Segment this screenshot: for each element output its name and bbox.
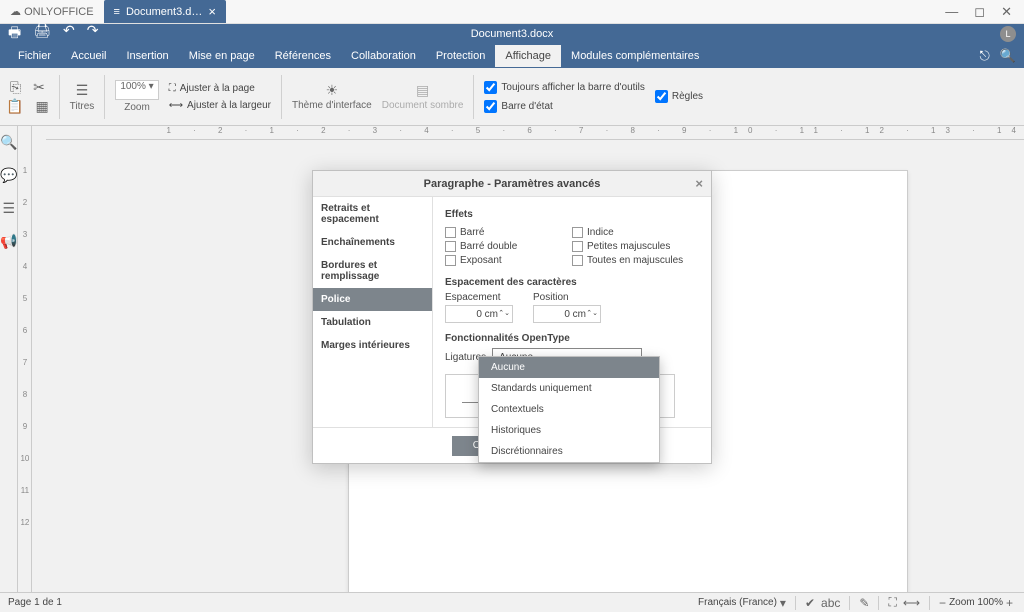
tab-label: Document3.d… [126, 6, 202, 18]
dropdown-item-historical[interactable]: Historiques [479, 420, 659, 441]
fit-page-button[interactable]: ⛶Ajuster à la page [169, 83, 271, 94]
check-small-caps[interactable]: Petites majuscules [572, 241, 699, 252]
nav-borders[interactable]: Bordures et remplissage [313, 254, 432, 288]
doc-title: Document3.docx [471, 28, 554, 40]
check-double-strike[interactable]: Barré double [445, 241, 572, 252]
minimize-icon[interactable]: — [945, 4, 958, 20]
document-tab[interactable]: ≡ Document3.d… × [104, 0, 226, 23]
menu-bar: Fichier Accueil Insertion Mise en page R… [0, 44, 1024, 68]
dropdown-item-contextual[interactable]: Contextuels [479, 399, 659, 420]
spacing-input[interactable]: 0 cm [445, 305, 513, 323]
dropdown-item-standard[interactable]: Standards uniquement [479, 378, 659, 399]
lang-status[interactable]: Français (France) [698, 597, 777, 608]
undo-icon[interactable]: ↶ [63, 22, 75, 46]
menu-collaboration[interactable]: Collaboration [341, 45, 426, 67]
dropdown-item-discretionary[interactable]: Discrétionnaires [479, 441, 659, 462]
search-menu-icon[interactable]: 🔍 [1000, 48, 1016, 64]
feedback-icon[interactable]: 📢 [0, 233, 17, 250]
sidebar-left: 🔍 💬 ☰ 📢 [0, 126, 18, 592]
menu-fichier[interactable]: Fichier [8, 45, 61, 67]
zoom-status[interactable]: Zoom 100% [949, 597, 1003, 608]
maximize-icon[interactable]: ◻ [974, 4, 985, 20]
zoom-label: Zoom [124, 102, 150, 113]
opentype-title: Fonctionnalités OpenType [445, 333, 699, 344]
ribbon: ⎘ ✂ 📋 ▦ ☰ Titres 100% ▾ Zoom ⛶Ajuster à la… [0, 68, 1024, 126]
nav-line-breaks[interactable]: Enchaînements [313, 231, 432, 254]
check-rulers[interactable]: Règles [655, 90, 703, 103]
char-spacing-title: Espacement des caractères [445, 277, 699, 288]
comments-icon[interactable]: 💬 [0, 167, 17, 184]
status-bar: Page 1 de 1 Français (France) ▾ ✔ abc ✎ … [0, 592, 1024, 612]
app-logo: ☁ ONLYOFFICE [4, 5, 100, 18]
menu-protection[interactable]: Protection [426, 45, 496, 67]
fit-width-status-icon[interactable]: ⟷ [900, 596, 923, 610]
check-superscript[interactable]: Exposant [445, 255, 572, 266]
fit-page-icon: ⛶ [169, 83, 176, 94]
check-subscript[interactable]: Indice [572, 227, 699, 238]
spellcheck-icon[interactable]: ✔ [802, 596, 818, 610]
titles-icon: ☰ [76, 82, 89, 99]
select-all-icon[interactable]: ▦ [35, 98, 48, 115]
nav-margins[interactable]: Marges intérieures [313, 334, 432, 357]
avatar[interactable]: L [1000, 26, 1016, 42]
dark-doc-button: ▤ Document sombre [382, 82, 464, 111]
menu-mise-en-page[interactable]: Mise en page [179, 45, 265, 67]
redo-icon[interactable]: ↷ [87, 22, 99, 46]
check-all-caps[interactable]: Toutes en majuscules [572, 255, 699, 266]
dialog-nav: Retraits et espacement Enchaînements Bor… [313, 197, 433, 427]
menu-affichage[interactable]: Affichage [495, 45, 561, 67]
tracking-icon[interactable]: ✎ [856, 596, 872, 610]
headings-icon[interactable]: ☰ [2, 200, 15, 217]
ruler-vertical: 123456789101112 [18, 126, 32, 592]
fit-width-icon: ⟷ [169, 100, 183, 111]
paste-icon[interactable]: 📋 [6, 98, 23, 115]
dark-doc-icon: ▤ [416, 82, 429, 99]
nav-font[interactable]: Police [313, 288, 432, 311]
menu-insertion[interactable]: Insertion [116, 45, 178, 67]
theme-button[interactable]: ☀ Thème d'interface [292, 82, 372, 111]
menu-modules[interactable]: Modules complémentaires [561, 45, 709, 67]
page-status[interactable]: Page 1 de 1 [8, 597, 62, 608]
close-window-icon[interactable]: ✕ [1001, 4, 1012, 20]
dialog-close-icon[interactable]: × [695, 176, 703, 191]
check-toolbar[interactable]: Toujours afficher la barre d'outils [484, 81, 644, 94]
check-strikethrough[interactable]: Barré [445, 227, 572, 238]
dropdown-item-none[interactable]: Aucune [479, 357, 659, 378]
open-location-icon[interactable]: ⎋ [980, 48, 990, 64]
titles-button[interactable]: ☰ Titres [70, 82, 95, 112]
ruler-horizontal: 1 · 2 · 1 · 2 · 3 · 4 · 5 · 6 · 7 · 8 · … [46, 126, 1024, 140]
zoom-out-icon[interactable]: − [936, 596, 949, 610]
copy-icon[interactable]: ⎘ [10, 79, 21, 96]
abc-icon[interactable]: abc [818, 596, 843, 610]
lang-dropdown-icon[interactable]: ▾ [777, 596, 789, 610]
nav-tabs[interactable]: Tabulation [313, 311, 432, 334]
print-icon[interactable]: 🖨 [33, 22, 51, 46]
zoom-in-icon[interactable]: + [1003, 596, 1016, 610]
docname-bar: 🖶 🖨 ↶ ↷ Document3.docx L [0, 24, 1024, 44]
fit-page-status-icon[interactable]: ⛶ [885, 595, 899, 610]
menu-references[interactable]: Références [265, 45, 341, 67]
effects-title: Effets [445, 209, 699, 220]
titlebar: ☁ ONLYOFFICE ≡ Document3.d… × — ◻ ✕ [0, 0, 1024, 24]
menu-accueil[interactable]: Accueil [61, 45, 116, 67]
cut-icon[interactable]: ✂ [33, 79, 45, 96]
close-tab-icon[interactable]: × [208, 4, 216, 19]
position-input[interactable]: 0 cm [533, 305, 601, 323]
nav-indents[interactable]: Retraits et espacement [313, 197, 432, 231]
theme-icon: ☀ [326, 82, 339, 99]
doc-icon: ≡ [114, 6, 120, 18]
zoom-select[interactable]: 100% ▾ [115, 80, 158, 100]
save-icon[interactable]: 🖶 [8, 22, 21, 46]
ligatures-dropdown: Aucune Standards uniquement Contextuels … [478, 356, 660, 463]
dialog-header: Paragraphe - Paramètres avancés × [313, 171, 711, 197]
search-icon[interactable]: 🔍 [0, 134, 17, 151]
fit-width-button[interactable]: ⟷Ajuster à la largeur [169, 100, 271, 111]
check-status[interactable]: Barre d'état [484, 100, 644, 113]
